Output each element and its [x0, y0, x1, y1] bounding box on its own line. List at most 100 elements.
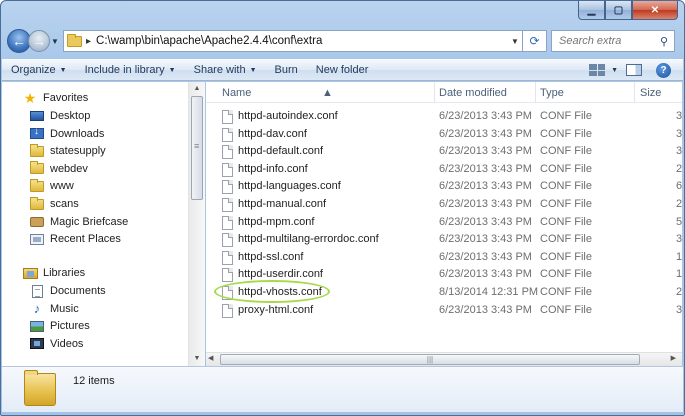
folder-icon	[29, 143, 45, 158]
horizontal-scrollbar-thumb[interactable]: |||	[220, 354, 640, 365]
file-icon	[222, 250, 233, 265]
change-view-icon[interactable]	[589, 64, 606, 76]
include-in-library-button[interactable]: Include in library ▼	[76, 60, 185, 80]
sidebar-item-downloads[interactable]: Downloads	[29, 125, 104, 143]
file-type: CONF File	[540, 110, 592, 122]
folder-icon	[24, 370, 56, 406]
file-name: httpd-mpm.conf	[238, 215, 315, 228]
column-date-modified[interactable]: Date modified	[439, 87, 507, 99]
file-date-modified: 6/23/2013 3:43 PM	[439, 303, 532, 316]
file-name: httpd-manual.conf	[238, 198, 327, 210]
briefcase-icon	[29, 215, 45, 229]
breadcrumb-chevron-icon[interactable]: ▸	[86, 36, 91, 47]
file-name: httpd-autoindex.conf	[238, 110, 338, 122]
file-row[interactable]: httpd-info.conf 6/23/2013 3:43 PM CONF Fil…	[206, 160, 682, 178]
videos-icon	[29, 337, 45, 351]
sidebar-item-www[interactable]: www	[29, 177, 74, 195]
file-row[interactable]: httpd-multilang-errordoc.conf 6/23/2013 3…	[206, 230, 682, 248]
address-bar[interactable]: ▸ C:\wamp\bin\apache\Apache2.4.4\conf\ex…	[63, 30, 523, 52]
forward-button[interactable]: →	[28, 30, 50, 52]
sidebar-item-music[interactable]: ♪ Music	[29, 300, 79, 318]
refresh-button[interactable]: ⟳	[523, 30, 547, 52]
recent-pages-dropdown[interactable]: ▼	[51, 37, 61, 46]
minimize-icon: ▁	[587, 4, 596, 16]
file-list: ▲ Name Date modified Type Size httpd-aut…	[206, 82, 682, 352]
sort-ascending-icon: ▲	[322, 87, 333, 99]
scrollbar-thumb[interactable]	[191, 96, 203, 200]
command-bar: Organize ▼ Include in library ▼ Share wi…	[2, 59, 683, 81]
file-type: CONF File	[540, 268, 592, 281]
sidebar-item-label: Videos	[50, 337, 84, 350]
file-size: 2	[676, 286, 682, 298]
file-size: 2	[676, 198, 682, 210]
nav-libraries[interactable]: Libraries	[22, 264, 85, 282]
explorer-window: ▁ ▢ ✕ ← → ▼ ▸ C:\wamp\bin\apache\Apache2…	[0, 0, 685, 416]
sidebar-item-webdev[interactable]: webdev	[29, 160, 88, 178]
address-path[interactable]: C:\wamp\bin\apache\Apache2.4.4\conf\extr…	[96, 35, 508, 47]
file-row[interactable]: httpd-dav.conf 6/23/2013 3:43 PM CONF File…	[206, 125, 682, 143]
sidebar-item-label: Documents	[50, 285, 106, 297]
file-type: CONF File	[540, 198, 592, 210]
file-row[interactable]: httpd-default.conf 6/23/2013 3:43 PM CONF …	[206, 142, 682, 160]
close-icon: ✕	[650, 4, 660, 16]
nav-favorites[interactable]: ★ Favorites	[22, 89, 89, 107]
sidebar-item-desktop[interactable]: Desktop	[29, 107, 90, 125]
file-name: httpd-userdir.conf	[238, 268, 323, 281]
column-type[interactable]: Type	[540, 87, 564, 99]
file-type: CONF File	[540, 180, 592, 193]
sidebar-item-scans[interactable]: scans	[29, 195, 79, 213]
folder-icon	[29, 196, 45, 211]
sidebar-item-documents[interactable]: Documents	[29, 282, 106, 300]
file-row[interactable]: httpd-vhosts.conf 8/13/2014 12:31 PM CONF …	[206, 280, 682, 303]
maximize-button[interactable]: ▢	[605, 1, 632, 20]
chevron-down-icon: ▼	[611, 66, 618, 74]
music-icon: ♪	[33, 301, 41, 317]
navigation-scrollbar[interactable]: ▲ ▼	[188, 82, 205, 366]
file-date-modified: 6/23/2013 3:43 PM	[439, 110, 532, 122]
file-row[interactable]: proxy-html.conf 6/23/2013 3:43 PM CONF Fil…	[206, 301, 682, 319]
file-row[interactable]: httpd-mpm.conf 6/23/2013 3:43 PM CONF File…	[206, 213, 682, 231]
burn-button[interactable]: Burn	[266, 60, 307, 80]
file-type: CONF File	[540, 215, 592, 228]
sidebar-item-recent-places[interactable]: Recent Places	[29, 230, 121, 248]
sidebar-item-statesupply[interactable]: statesupply	[29, 142, 106, 160]
file-icon	[222, 162, 233, 177]
file-row[interactable]: httpd-manual.conf 6/23/2013 3:43 PM CONF F…	[206, 195, 682, 213]
help-icon[interactable]: ?	[656, 62, 671, 78]
scroll-left-icon[interactable]: ◀	[208, 354, 213, 362]
scroll-right-icon[interactable]: ▶	[671, 354, 676, 362]
file-row[interactable]: httpd-ssl.conf 6/23/2013 3:43 PM CONF File…	[206, 248, 682, 266]
file-size: 12	[676, 250, 682, 263]
scroll-down-icon[interactable]: ▼	[189, 352, 205, 366]
minimize-button[interactable]: ▁	[578, 1, 605, 20]
organize-button[interactable]: Organize ▼	[2, 60, 76, 80]
preview-pane-icon[interactable]	[626, 64, 642, 76]
forward-arrow-icon: →	[32, 33, 46, 49]
share-with-button[interactable]: Share with ▼	[185, 60, 266, 80]
sidebar-item-pictures[interactable]: Pictures	[29, 317, 90, 335]
close-button[interactable]: ✕	[632, 1, 678, 20]
new-folder-button[interactable]: New folder	[307, 60, 378, 80]
file-date-modified: 6/23/2013 3:43 PM	[439, 250, 532, 263]
address-dropdown-icon[interactable]: ▼	[508, 37, 522, 46]
file-name: proxy-html.conf	[238, 303, 314, 316]
file-size: 3	[676, 233, 682, 246]
search-box[interactable]: ⚲	[551, 30, 675, 52]
navigation-pane: ★ Favorites Desktop Downloads statesupply w…	[2, 82, 188, 366]
scroll-up-icon[interactable]: ▲	[189, 82, 205, 96]
column-name[interactable]: Name	[222, 87, 251, 99]
file-icon	[222, 215, 233, 230]
search-icon[interactable]: ⚲	[654, 35, 674, 48]
file-icon	[222, 110, 233, 124]
column-size[interactable]: Size	[640, 87, 661, 99]
sidebar-item-magic-briefcase[interactable]: Magic Briefcase	[29, 213, 128, 231]
view-options-dropdown[interactable]: ▼	[609, 60, 620, 80]
file-size: 2	[676, 162, 682, 175]
maximize-icon: ▢	[613, 4, 624, 16]
sidebar-item-videos[interactable]: Videos	[29, 335, 83, 353]
folder-icon	[67, 33, 82, 47]
file-row[interactable]: httpd-languages.conf 6/23/2013 3:43 PM CON…	[206, 177, 682, 195]
file-row[interactable]: httpd-autoindex.conf 6/23/2013 3:43 PM CON…	[206, 107, 682, 125]
search-input[interactable]	[557, 34, 654, 48]
horizontal-scrollbar[interactable]: ◀ ||| ▶	[206, 352, 682, 366]
